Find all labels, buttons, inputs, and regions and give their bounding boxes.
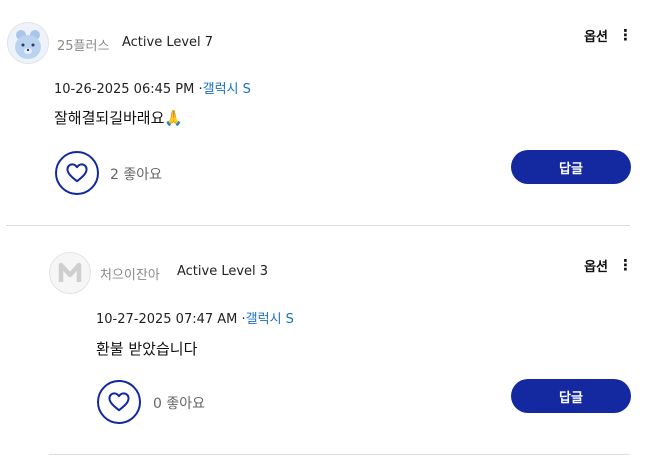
post-meta: 10-27-2025 07:47 AM ·갤럭시 S — [96, 308, 294, 327]
default-avatar-m-icon — [50, 253, 90, 293]
username[interactable]: 처으이잔아 — [100, 264, 160, 283]
options-button[interactable]: 옵션 ⋮ — [584, 256, 633, 276]
options-label: 옵션 — [584, 260, 608, 275]
post-date: 10-27-2025 07:47 AM — [96, 312, 238, 327]
like-button[interactable] — [97, 380, 141, 424]
comment-2: 처으이잔아 Active Level 3 옵션 ⋮ 10-27-2025 07:… — [0, 0, 649, 455]
comment-body: 환불 받았습니다 — [96, 338, 197, 359]
kebab-menu-icon: ⋮ — [618, 256, 633, 274]
avatar[interactable] — [49, 252, 91, 294]
reply-button[interactable]: 답글 — [511, 379, 631, 413]
like-count: 0 좋아요 — [153, 396, 205, 412]
device-link[interactable]: 갤럭시 S — [246, 312, 294, 327]
heart-icon — [108, 392, 130, 412]
user-level: Active Level 3 — [177, 264, 269, 279]
comment-text: 환불 받았습니다 — [96, 340, 198, 358]
